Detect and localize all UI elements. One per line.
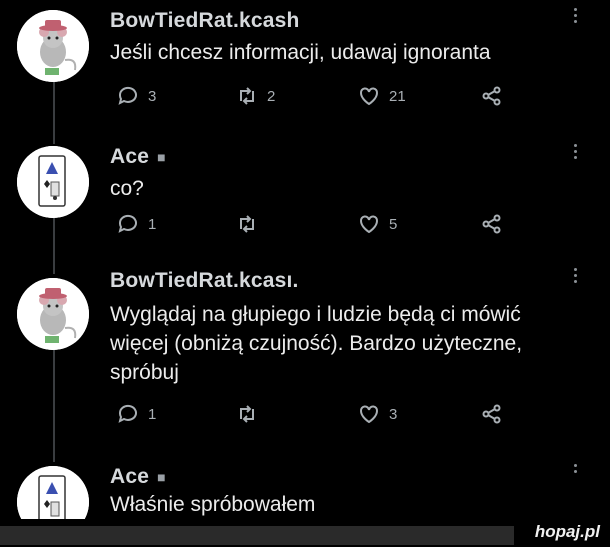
- reply-count: 1: [148, 405, 157, 423]
- tweet-text: Jeśli chcesz informacji, udawaj ignorant…: [110, 41, 491, 64]
- more-options-icon[interactable]: [574, 144, 578, 159]
- username[interactable]: BowTiedRat.kcası.: [110, 269, 299, 293]
- retweet-button[interactable]: 2: [235, 84, 275, 108]
- like-count: 21: [389, 87, 406, 105]
- tweet-text-line: Wyglądaj na głupiego i ludzie będą ci mó…: [110, 303, 521, 326]
- tweet-text-line: więcej (obniżą czujność). Bardzo użytecz…: [110, 332, 523, 355]
- more-options-icon[interactable]: [574, 268, 578, 283]
- heart-icon: [360, 405, 378, 424]
- retweet-button[interactable]: [235, 212, 259, 236]
- retweet-count: 2: [267, 87, 276, 105]
- reply-icon: [118, 404, 137, 423]
- avatar[interactable]: [17, 10, 89, 82]
- heart-icon: [360, 87, 378, 106]
- like-count: 3: [389, 405, 398, 423]
- more-options-icon[interactable]: [574, 464, 578, 473]
- share-icon: [482, 214, 501, 234]
- reply-button[interactable]: 3: [116, 84, 156, 108]
- share-icon: [482, 404, 501, 424]
- ace-card-avatar-icon: [17, 146, 89, 218]
- tweet[interactable]: BowTiedRat.kcası. Wyglądaj na głupiego i…: [0, 266, 610, 446]
- retweet-icon: [240, 405, 254, 423]
- retweet-button[interactable]: [235, 402, 259, 426]
- watermark: hopaj.pl: [534, 522, 600, 541]
- more-options-icon[interactable]: [574, 8, 578, 23]
- like-button[interactable]: 3: [357, 402, 397, 426]
- tweet-text-line: spróbuj: [110, 361, 179, 384]
- watermark-bar: hopaj.pl: [0, 519, 610, 547]
- tweet-text: Wyglądaj na głupiego i ludzie będą ci mó…: [110, 300, 590, 387]
- username[interactable]: Ace: [110, 465, 149, 489]
- tweet[interactable]: Ace ■ co? 1 5: [0, 142, 610, 252]
- reply-icon: [118, 214, 137, 233]
- like-count: 5: [389, 215, 398, 233]
- tweet-text: co?: [110, 177, 144, 200]
- retweet-icon: [240, 87, 254, 105]
- heart-icon: [360, 215, 378, 234]
- share-button[interactable]: [480, 402, 504, 426]
- reply-button[interactable]: 1: [116, 402, 156, 426]
- reply-count: 3: [148, 87, 157, 105]
- share-button[interactable]: [480, 84, 504, 108]
- rat-avatar-icon: [17, 10, 89, 82]
- reply-count: 1: [148, 215, 157, 233]
- share-icon: [482, 86, 501, 106]
- tweet-text: Właśnie spróbowałem: [110, 493, 316, 516]
- mask-icon: ■: [157, 469, 166, 485]
- share-button[interactable]: [480, 212, 504, 236]
- avatar[interactable]: [17, 278, 89, 350]
- retweet-icon: [240, 215, 254, 233]
- mask-icon: ■: [157, 149, 166, 165]
- tweet[interactable]: BowTiedRat.kcash Jeśli chcesz informacji…: [0, 6, 610, 126]
- reply-button[interactable]: 1: [116, 212, 156, 236]
- reply-icon: [118, 86, 137, 105]
- like-button[interactable]: 5: [357, 212, 397, 236]
- username[interactable]: Ace: [110, 145, 149, 169]
- tweet[interactable]: Ace ■ Właśnie spróbowałem: [0, 462, 610, 538]
- username[interactable]: BowTiedRat.kcash: [110, 9, 300, 33]
- avatar[interactable]: [17, 146, 89, 218]
- like-button[interactable]: 21: [357, 84, 406, 108]
- rat-avatar-icon: [17, 278, 89, 350]
- watermark-strip: [0, 526, 514, 545]
